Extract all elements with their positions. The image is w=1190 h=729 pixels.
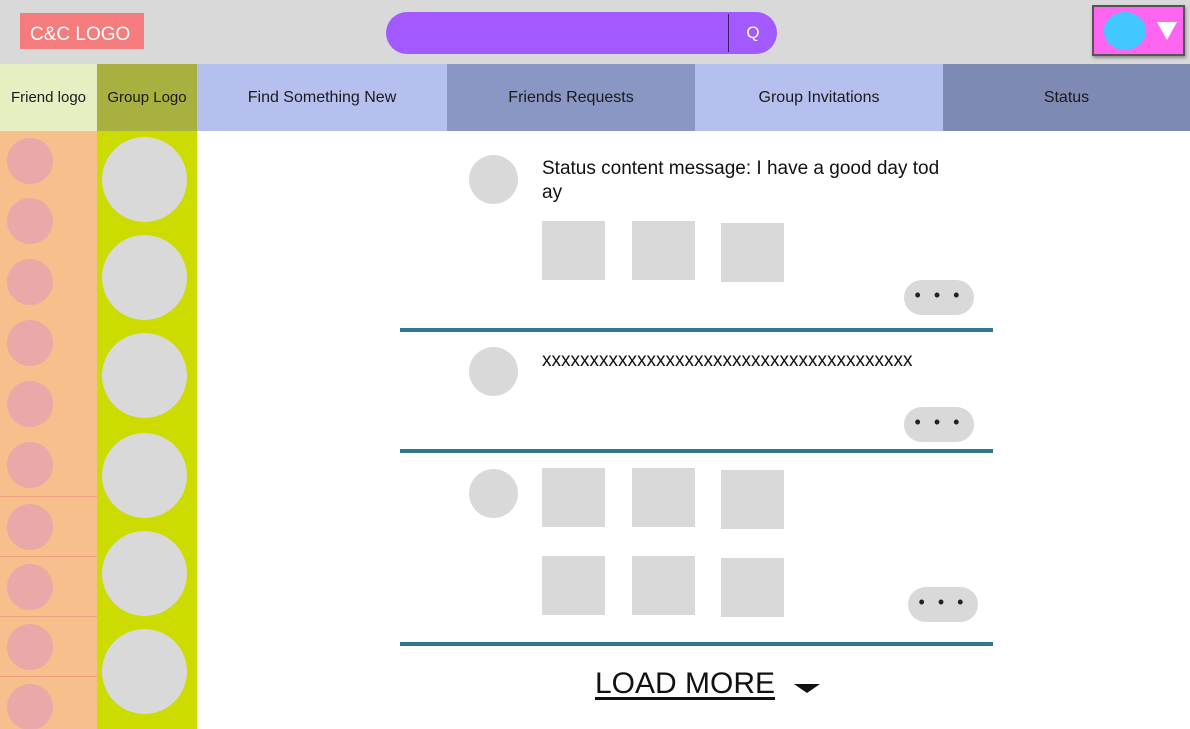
post-author-avatar[interactable]: [469, 155, 518, 204]
friend-item: [0, 252, 97, 312]
post-image[interactable]: [632, 468, 695, 527]
group-avatar[interactable]: [102, 333, 187, 418]
friend-avatar[interactable]: [7, 624, 53, 670]
post-divider: [400, 328, 993, 332]
friend-avatar[interactable]: [7, 381, 53, 427]
friend-avatar[interactable]: [7, 138, 53, 184]
group-avatar[interactable]: [102, 433, 187, 518]
post-image[interactable]: [542, 468, 605, 527]
search-icon: Q: [746, 23, 760, 42]
post-author-avatar[interactable]: [469, 469, 518, 518]
tab-group-invitations[interactable]: Group Invitations: [695, 64, 943, 131]
app-logo[interactable]: C&C LOGO: [20, 13, 144, 49]
friend-column-header: Friend logo: [0, 64, 97, 131]
post-image[interactable]: [721, 558, 784, 617]
friend-avatar[interactable]: [7, 198, 53, 244]
caret-down-icon[interactable]: [794, 684, 820, 693]
post-divider: [400, 642, 993, 646]
friend-avatar[interactable]: [7, 684, 53, 729]
search-bar: Q: [386, 12, 777, 54]
friend-avatar[interactable]: [7, 259, 53, 305]
top-header: C&C LOGO Q: [0, 0, 1190, 64]
post-text: Status content message: I have a good da…: [542, 158, 940, 203]
post-author-avatar[interactable]: [469, 347, 518, 396]
post-image[interactable]: [721, 470, 784, 529]
friend-item: [0, 676, 97, 729]
tab-status[interactable]: Status: [943, 64, 1190, 131]
group-avatar[interactable]: [102, 137, 187, 222]
friend-avatar[interactable]: [7, 320, 53, 366]
post-image[interactable]: [542, 556, 605, 615]
friend-item: [0, 191, 97, 251]
tab-friends-requests[interactable]: Friends Requests: [447, 64, 695, 131]
post-image[interactable]: [632, 556, 695, 615]
group-column-header: Group Logo: [97, 64, 197, 131]
groups-sidebar: [97, 131, 197, 729]
friend-item: [0, 435, 97, 495]
tab-find-something-new[interactable]: Find Something New: [197, 64, 447, 131]
post-divider: [400, 449, 993, 453]
friend-avatar[interactable]: [7, 504, 53, 550]
friend-avatar[interactable]: [7, 442, 53, 488]
friend-item: [0, 496, 97, 556]
friend-item: [0, 616, 97, 676]
avatar: [1104, 12, 1146, 50]
friend-item: [0, 131, 97, 191]
post-options-button[interactable]: • • •: [908, 587, 978, 622]
post-image[interactable]: [632, 221, 695, 280]
chevron-down-icon: [1157, 22, 1177, 40]
friend-item: [0, 556, 97, 616]
load-more-link[interactable]: LOAD MORE: [595, 666, 775, 702]
search-input[interactable]: [402, 18, 722, 48]
friends-sidebar: [0, 131, 97, 729]
group-avatar[interactable]: [102, 235, 187, 320]
friend-item: [0, 313, 97, 373]
friend-avatar[interactable]: [7, 564, 53, 610]
group-avatar[interactable]: [102, 629, 187, 714]
post-options-button[interactable]: • • •: [904, 407, 974, 442]
post-image[interactable]: [721, 223, 784, 282]
post-image[interactable]: [542, 221, 605, 280]
post-text: xxxxxxxxxxxxxxxxxxxxxxxxxxxxxxxxxxxxxxx: [542, 350, 913, 371]
group-avatar[interactable]: [102, 531, 187, 616]
search-button[interactable]: Q: [729, 12, 777, 54]
profile-menu-button[interactable]: [1092, 5, 1185, 56]
post-options-button[interactable]: • • •: [904, 280, 974, 315]
friend-item: [0, 374, 97, 434]
